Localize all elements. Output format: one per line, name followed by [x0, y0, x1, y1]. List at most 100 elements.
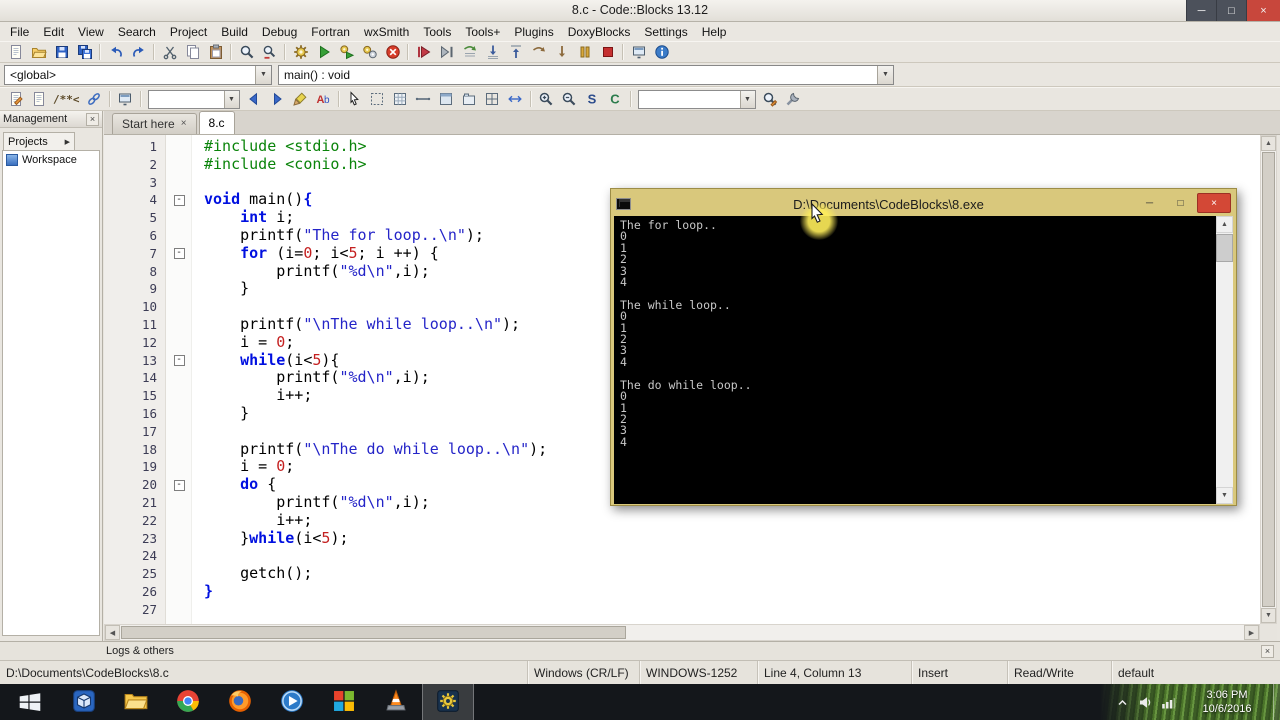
console-minimize-button[interactable]: ─ [1135, 193, 1164, 213]
editor-tab-start-here[interactable]: Start here × [112, 113, 197, 134]
replace-button[interactable] [258, 42, 281, 62]
thread-search-field[interactable]: ▼ [637, 89, 756, 109]
taskbar-windows-apps-button[interactable] [318, 684, 370, 720]
next-instruction-button[interactable] [527, 42, 550, 62]
scroll-down-icon[interactable]: ▼ [1261, 608, 1276, 623]
step-out-button[interactable] [504, 42, 527, 62]
scroll-left-icon[interactable]: ◀ [105, 625, 120, 640]
tray-show-hidden-icons-icon[interactable] [1115, 695, 1130, 710]
scrollbar-thumb[interactable] [121, 626, 626, 639]
menu-debug[interactable]: Debug [255, 23, 304, 41]
scroll-down-icon[interactable]: ▼ [1216, 487, 1233, 504]
wx-notebook-button[interactable] [458, 89, 481, 109]
tray-volume-icon[interactable] [1138, 695, 1153, 710]
scroll-up-icon[interactable]: ▲ [1261, 136, 1276, 151]
step-into-instruction-button[interactable] [550, 42, 573, 62]
thread-search-button[interactable] [759, 89, 782, 109]
code-line-24[interactable]: 24 [104, 547, 1260, 565]
close-button[interactable]: × [1246, 0, 1280, 21]
paste-button[interactable] [204, 42, 227, 62]
chevron-down-icon[interactable]: ▼ [223, 90, 239, 108]
tab-close-icon[interactable]: × [181, 119, 187, 129]
menu-tools[interactable]: Tools [416, 23, 458, 41]
stop-debugger-button[interactable] [596, 42, 619, 62]
show-comments-button[interactable]: C [604, 89, 627, 109]
tray-network-icon[interactable] [1161, 695, 1176, 710]
wx-panel-button[interactable] [435, 89, 458, 109]
fold-toggle-icon[interactable]: - [173, 248, 185, 260]
logs-panel-bar[interactable]: Logs & others × [0, 641, 1280, 660]
taskbar-codeblocks-button[interactable] [422, 684, 474, 720]
function-combobox[interactable]: main() : void ▼ [278, 64, 894, 85]
undo-button[interactable] [104, 42, 127, 62]
menu-edit[interactable]: Edit [36, 23, 71, 41]
menu-view[interactable]: View [71, 23, 111, 41]
console-maximize-button[interactable]: □ [1166, 193, 1195, 213]
console-scrollbar[interactable]: ▲ ▼ [1216, 216, 1233, 504]
code-line-27[interactable]: 27 [104, 601, 1260, 619]
fold-toggle-icon[interactable]: - [173, 194, 185, 206]
options-button[interactable] [782, 89, 805, 109]
editor-vertical-scrollbar[interactable]: ▲ ▼ [1260, 135, 1277, 624]
menu-file[interactable]: File [3, 23, 36, 41]
wx-sizer-button[interactable] [481, 89, 504, 109]
scroll-up-icon[interactable]: ▲ [1216, 216, 1233, 233]
management-close-icon[interactable]: × [86, 112, 99, 126]
run-to-cursor-button[interactable] [435, 42, 458, 62]
run-button[interactable] [312, 42, 335, 62]
code-line-25[interactable]: 25 getch(); [104, 564, 1260, 583]
editor-tab-8-c[interactable]: 8.c [198, 111, 235, 134]
various-info-button[interactable] [650, 42, 673, 62]
menu-wxsmith[interactable]: wxSmith [357, 23, 416, 41]
scope-combobox[interactable]: <global> ▼ [4, 64, 272, 85]
taskbar-media-player-button[interactable] [266, 684, 318, 720]
code-line-23[interactable]: 23 }while(i<5); [104, 529, 1260, 548]
save-all-button[interactable] [73, 42, 96, 62]
cut-button[interactable] [158, 42, 181, 62]
step-into-button[interactable] [481, 42, 504, 62]
doxy-source-file-button[interactable] [27, 89, 50, 109]
chevron-down-icon[interactable]: ▼ [739, 90, 755, 108]
match-case-button[interactable]: Ab [312, 89, 335, 109]
taskbar-virtualbox-button[interactable] [58, 684, 110, 720]
debugging-windows-button[interactable] [627, 42, 650, 62]
menu-help[interactable]: Help [695, 23, 734, 41]
zoom-out-button[interactable] [558, 89, 581, 109]
code-line-26[interactable]: 26} [104, 582, 1260, 601]
incremental-search-field[interactable]: ▼ [147, 89, 240, 109]
wx-dashed-box-button[interactable] [366, 89, 389, 109]
scroll-right-icon[interactable]: ▶ [1244, 625, 1259, 640]
menu-settings[interactable]: Settings [637, 23, 694, 41]
chevron-down-icon[interactable]: ▼ [877, 65, 893, 84]
logs-close-icon[interactable]: × [1261, 644, 1274, 658]
chevron-down-icon[interactable]: ▼ [255, 65, 271, 84]
taskbar-clock[interactable]: 3:06 PM 10/6/2016 [1184, 688, 1270, 716]
search-next-button[interactable] [266, 89, 289, 109]
taskbar-file-explorer-button[interactable] [110, 684, 162, 720]
wx-pointer-button[interactable] [343, 89, 366, 109]
new-file-button[interactable] [4, 42, 27, 62]
tree-item-workspace[interactable]: Workspace [3, 151, 99, 169]
break-debugger-button[interactable] [573, 42, 596, 62]
start-button[interactable] [6, 684, 54, 720]
taskbar-chrome-button[interactable] [162, 684, 214, 720]
zoom-in-button[interactable] [535, 89, 558, 109]
menu-build[interactable]: Build [214, 23, 255, 41]
menu-fortran[interactable]: Fortran [304, 23, 357, 41]
doxy-extract-docs-button[interactable] [4, 89, 27, 109]
taskbar-firefox-button[interactable] [214, 684, 266, 720]
wx-static-line-button[interactable] [412, 89, 435, 109]
symbols-browser-button[interactable] [114, 89, 137, 109]
show-source-button[interactable]: S [581, 89, 604, 109]
build-and-run-button[interactable] [335, 42, 358, 62]
find-button[interactable] [235, 42, 258, 62]
debug-continue-button[interactable] [412, 42, 435, 62]
fold-toggle-icon[interactable]: - [173, 355, 185, 367]
doxy-run-html-button[interactable] [83, 89, 106, 109]
menu-project[interactable]: Project [163, 23, 214, 41]
maximize-button[interactable]: □ [1216, 0, 1246, 21]
code-line-2[interactable]: 2 #include <conio.h> [104, 155, 1260, 174]
save-button[interactable] [50, 42, 73, 62]
menu-search[interactable]: Search [111, 23, 163, 41]
search-previous-button[interactable] [243, 89, 266, 109]
